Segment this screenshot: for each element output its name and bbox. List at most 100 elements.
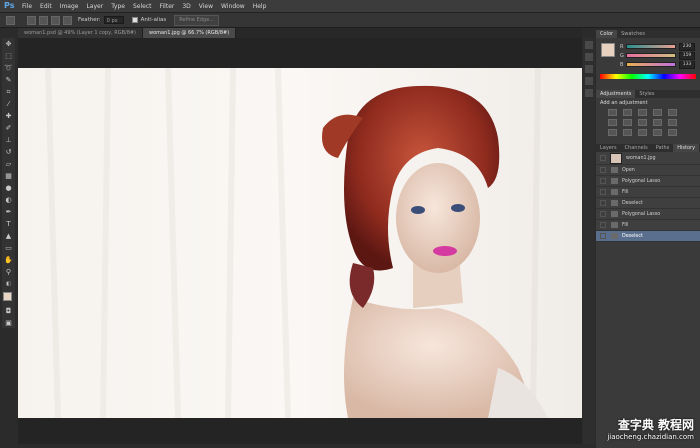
menu-help[interactable]: Help bbox=[253, 3, 267, 10]
history-checkbox[interactable] bbox=[600, 178, 606, 184]
history-brush-tool-icon[interactable]: ↺ bbox=[4, 148, 13, 157]
history-checkbox[interactable] bbox=[600, 222, 606, 228]
character-panel-icon[interactable] bbox=[585, 77, 593, 85]
history-item[interactable]: Open bbox=[596, 165, 700, 176]
tab-paths[interactable]: Paths bbox=[652, 144, 674, 152]
foreground-color-swatch[interactable] bbox=[3, 292, 12, 301]
posterize-icon[interactable] bbox=[623, 129, 632, 136]
history-item[interactable]: Polygonal Lasso bbox=[596, 176, 700, 187]
path-select-tool-icon[interactable]: ▲ bbox=[4, 232, 13, 241]
tab-swatches[interactable]: Swatches bbox=[617, 30, 649, 38]
fill-icon bbox=[611, 222, 618, 228]
color-balance-icon[interactable] bbox=[623, 119, 632, 126]
marquee-tool-icon[interactable]: ⬚ bbox=[4, 52, 13, 61]
gradient-map-icon[interactable] bbox=[653, 129, 662, 136]
quick-mask-icon[interactable]: ◘ bbox=[4, 307, 13, 316]
history-item[interactable]: Fill bbox=[596, 187, 700, 198]
pen-tool-icon[interactable]: ✒ bbox=[4, 208, 13, 217]
menu-filter[interactable]: Filter bbox=[160, 3, 175, 10]
eraser-tool-icon[interactable]: ▱ bbox=[4, 160, 13, 169]
red-slider[interactable] bbox=[626, 44, 676, 49]
history-checkbox[interactable] bbox=[600, 200, 606, 206]
screen-mode-icon[interactable]: ▣ bbox=[4, 319, 13, 328]
threshold-icon[interactable] bbox=[638, 129, 647, 136]
history-item[interactable]: Fill bbox=[596, 220, 700, 231]
tab-adjustments[interactable]: Adjustments bbox=[596, 90, 636, 98]
healing-brush-tool-icon[interactable]: ✚ bbox=[4, 112, 13, 121]
foreground-color-preview[interactable] bbox=[601, 43, 615, 57]
brush-tool-icon[interactable]: ✐ bbox=[4, 124, 13, 133]
lasso-tool-icon[interactable]: ➰ bbox=[4, 64, 13, 73]
layers-panel-tabs: Layers Channels Paths History bbox=[596, 144, 700, 152]
levels-icon[interactable] bbox=[623, 109, 632, 116]
snapshot-checkbox[interactable] bbox=[600, 155, 606, 161]
feather-input[interactable]: 0 px bbox=[103, 16, 124, 24]
history-checkbox[interactable] bbox=[600, 167, 606, 173]
history-checkbox[interactable] bbox=[600, 233, 606, 239]
vibrance-icon[interactable] bbox=[668, 109, 677, 116]
tab-history[interactable]: History bbox=[673, 144, 700, 152]
shape-tool-icon[interactable]: ▭ bbox=[4, 244, 13, 253]
history-panel-icon[interactable] bbox=[585, 41, 593, 49]
history-checkbox[interactable] bbox=[600, 189, 606, 195]
black-white-icon[interactable] bbox=[638, 119, 647, 126]
invert-icon[interactable] bbox=[608, 129, 617, 136]
hue-saturation-icon[interactable] bbox=[608, 119, 617, 126]
tab-channels[interactable]: Channels bbox=[621, 144, 652, 152]
add-to-selection-icon[interactable] bbox=[39, 15, 48, 25]
blur-tool-icon[interactable]: ● bbox=[4, 184, 13, 193]
zoom-tool-icon[interactable]: ⚲ bbox=[4, 268, 13, 277]
curves-icon[interactable] bbox=[638, 109, 647, 116]
blue-value[interactable]: 133 bbox=[679, 60, 695, 69]
subtract-from-selection-icon[interactable] bbox=[51, 15, 60, 25]
menu-image[interactable]: Image bbox=[60, 3, 79, 10]
menu-select[interactable]: Select bbox=[133, 3, 152, 10]
menu-3d[interactable]: 3D bbox=[182, 3, 190, 10]
green-slider[interactable] bbox=[626, 53, 676, 58]
history-item-selected[interactable]: Deselect bbox=[596, 231, 700, 242]
refine-edge-button[interactable]: Refine Edge... bbox=[174, 14, 219, 26]
brightness-icon[interactable] bbox=[608, 109, 617, 116]
history-item[interactable]: Deselect bbox=[596, 198, 700, 209]
menu-window[interactable]: Window bbox=[221, 3, 245, 10]
lasso-tool-preset-icon[interactable] bbox=[6, 15, 15, 25]
paragraph-panel-icon[interactable] bbox=[585, 89, 593, 97]
crop-tool-icon[interactable]: ⌗ bbox=[4, 88, 13, 97]
tab-woman1-psd[interactable]: woman1.psd @ 49% (Layer 1 copy, RGB/8#) bbox=[18, 28, 144, 38]
eyedropper-tool-icon[interactable]: ⁄ bbox=[4, 100, 13, 109]
green-value[interactable]: 159 bbox=[679, 51, 695, 60]
properties-panel-icon[interactable] bbox=[585, 53, 593, 61]
history-item[interactable]: Polygonal Lasso bbox=[596, 209, 700, 220]
brush-panel-icon[interactable] bbox=[585, 65, 593, 73]
photo-filter-icon[interactable] bbox=[653, 119, 662, 126]
hand-tool-icon[interactable]: ✋ bbox=[4, 256, 13, 265]
move-tool-icon[interactable]: ✥ bbox=[4, 40, 13, 49]
menu-view[interactable]: View bbox=[199, 3, 213, 10]
menu-type[interactable]: Type bbox=[111, 3, 125, 10]
clone-stamp-tool-icon[interactable]: ⊥ bbox=[4, 136, 13, 145]
history-checkbox[interactable] bbox=[600, 211, 606, 217]
tab-woman1-jpg[interactable]: woman1.jpg @ 66.7% (RGB/8#) bbox=[143, 28, 237, 38]
gradient-tool-icon[interactable]: ▦ bbox=[4, 172, 13, 181]
exposure-icon[interactable] bbox=[653, 109, 662, 116]
history-snapshot[interactable]: woman1.jpg bbox=[596, 152, 700, 165]
red-value[interactable]: 230 bbox=[679, 42, 695, 51]
intersect-selection-icon[interactable] bbox=[63, 15, 72, 25]
selective-color-icon[interactable] bbox=[668, 129, 677, 136]
new-selection-icon[interactable] bbox=[27, 15, 36, 25]
color-spectrum[interactable] bbox=[600, 74, 696, 79]
tab-styles[interactable]: Styles bbox=[635, 90, 658, 98]
quick-select-tool-icon[interactable]: ✎ bbox=[4, 76, 13, 85]
document-canvas[interactable] bbox=[18, 68, 582, 418]
menu-file[interactable]: File bbox=[22, 3, 32, 10]
channel-mixer-icon[interactable] bbox=[668, 119, 677, 126]
menu-edit[interactable]: Edit bbox=[40, 3, 52, 10]
default-colors-icon[interactable]: ◧ bbox=[4, 280, 13, 289]
type-tool-icon[interactable]: T bbox=[4, 220, 13, 229]
tab-layers[interactable]: Layers bbox=[596, 144, 621, 152]
tab-color[interactable]: Color bbox=[596, 30, 618, 38]
menu-layer[interactable]: Layer bbox=[86, 3, 103, 10]
antialias-checkbox[interactable] bbox=[131, 17, 138, 23]
blue-slider[interactable] bbox=[626, 62, 676, 67]
dodge-tool-icon[interactable]: ◐ bbox=[4, 196, 13, 205]
